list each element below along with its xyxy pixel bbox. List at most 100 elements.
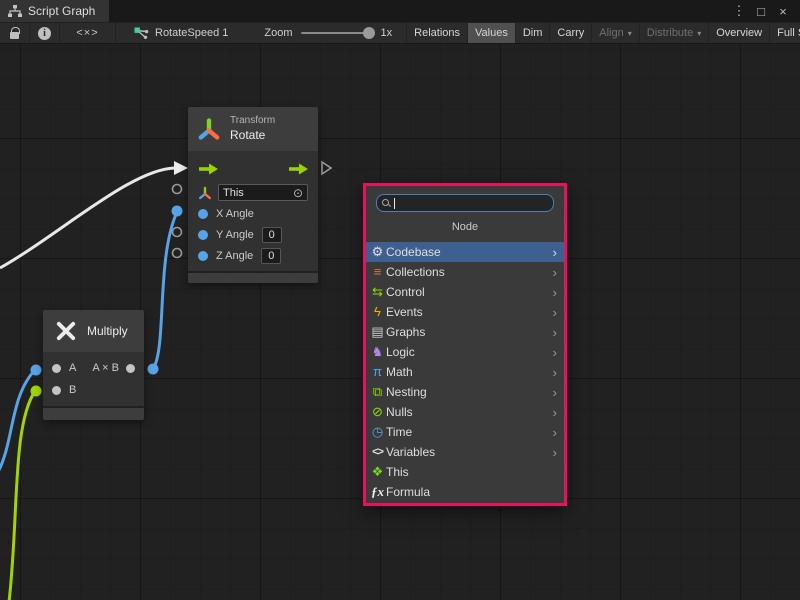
multiply-node-body: A A × B B bbox=[43, 352, 144, 406]
toolbar-left-group: i <×> bbox=[0, 23, 116, 43]
toolbar-button-carry[interactable]: Carry bbox=[549, 23, 591, 43]
xangle-input-wire-dot[interactable] bbox=[172, 206, 183, 217]
search-icon bbox=[382, 199, 390, 207]
x-angle-label: X Angle bbox=[216, 208, 254, 220]
toolbar-button-label: Relations bbox=[414, 27, 460, 39]
finder-item-label: Nesting bbox=[386, 385, 553, 399]
flow-out-port-outer[interactable] bbox=[322, 162, 331, 174]
chevron-right-icon: › bbox=[553, 285, 560, 300]
list-icon: ≡ bbox=[369, 262, 386, 282]
close-icon[interactable]: × bbox=[774, 4, 792, 19]
toolbar-button-label: Values bbox=[475, 27, 508, 39]
flow-port-row bbox=[188, 156, 318, 182]
y-angle-label: Y Angle bbox=[216, 229, 254, 241]
finder-item-this[interactable]: ❖This bbox=[366, 462, 564, 482]
multiply-node-header[interactable]: Multiply bbox=[43, 310, 144, 352]
finder-item-codebase[interactable]: ⚙Codebase› bbox=[366, 242, 564, 262]
dropdown-arrow-icon: ▾ bbox=[697, 29, 701, 38]
finder-header: Node bbox=[366, 212, 564, 240]
finder-item-collections[interactable]: ≡Collections› bbox=[366, 262, 564, 282]
z-angle-port-icon[interactable] bbox=[198, 251, 208, 261]
zangle-port-outer[interactable] bbox=[173, 249, 182, 258]
rotate-node-header[interactable]: Transform Rotate bbox=[188, 107, 318, 151]
zoom-slider-handle[interactable] bbox=[363, 27, 375, 39]
finder-item-nesting[interactable]: ⧉Nesting› bbox=[366, 382, 564, 402]
finder-item-events[interactable]: ϟEvents› bbox=[366, 302, 564, 322]
b-input-port-icon[interactable] bbox=[52, 386, 61, 395]
zoom-label: Zoom bbox=[264, 27, 292, 39]
multiply-output-wire-dot[interactable] bbox=[148, 364, 159, 375]
toolbar-button-fullscreen[interactable]: Full Screen bbox=[769, 23, 800, 43]
flow-in-arrow-icon[interactable] bbox=[198, 163, 218, 175]
clock-icon: ◷ bbox=[369, 422, 386, 442]
graph-reference[interactable]: RotateSpeed 1 bbox=[116, 23, 238, 43]
dropdown-arrow-icon: ▾ bbox=[628, 29, 632, 38]
maximize-icon[interactable]: □ bbox=[752, 4, 770, 19]
toolbar-button-align[interactable]: Align▾ bbox=[591, 23, 638, 43]
zoom-value: 1x bbox=[381, 27, 393, 39]
zoom-slider[interactable] bbox=[301, 32, 373, 34]
toolbar-button-label: Distribute bbox=[647, 27, 693, 39]
pi-icon: π bbox=[369, 362, 386, 382]
finder-item-math[interactable]: πMath› bbox=[366, 362, 564, 382]
hierarchy-icon: ⧉ bbox=[369, 382, 386, 402]
node-category: Transform bbox=[230, 115, 275, 128]
node-title: Rotate bbox=[230, 128, 275, 143]
finder-item-logic[interactable]: ♞Logic› bbox=[366, 342, 564, 362]
b-input-wire-dot[interactable] bbox=[31, 386, 42, 397]
window-menu-icon[interactable]: ⋮ bbox=[730, 3, 748, 19]
finder-item-formula[interactable]: ƒxFormula bbox=[366, 482, 564, 502]
tab-title: Script Graph bbox=[28, 4, 95, 18]
this-port-outer[interactable] bbox=[173, 185, 182, 194]
object-picker-icon[interactable]: ⊙ bbox=[293, 187, 303, 199]
a-input-port-icon[interactable] bbox=[52, 364, 61, 373]
tab-script-graph[interactable]: Script Graph bbox=[0, 0, 109, 22]
finder-item-nulls[interactable]: ⊘Nulls› bbox=[366, 402, 564, 422]
rotate-node-body: This ⊙ X Angle Y Angle 0 Z Angle 0 bbox=[188, 151, 318, 271]
node-transform-rotate[interactable]: Transform Rotate bbox=[188, 107, 318, 283]
graph-canvas[interactable]: Transform Rotate bbox=[0, 44, 800, 600]
lock-icon bbox=[10, 32, 19, 39]
yangle-port-outer[interactable] bbox=[173, 228, 182, 237]
macro-graph-icon bbox=[134, 27, 149, 40]
toolbar-button-dim[interactable]: Dim bbox=[515, 23, 550, 43]
toolbar-button-overview[interactable]: Overview bbox=[708, 23, 769, 43]
lock-button[interactable] bbox=[0, 23, 30, 43]
flow-wire-arrowhead-icon bbox=[174, 161, 188, 175]
node-multiply[interactable]: Multiply A A × B B bbox=[43, 310, 144, 420]
a-input-wire-dot[interactable] bbox=[31, 365, 42, 376]
toolbar-button-distribute[interactable]: Distribute ▾ bbox=[639, 23, 708, 43]
y-angle-port-icon[interactable] bbox=[198, 230, 208, 240]
finder-item-label: Formula bbox=[386, 485, 560, 499]
this-object-field[interactable]: This ⊙ bbox=[218, 184, 308, 201]
finder-item-time[interactable]: ◷Time› bbox=[366, 422, 564, 442]
this-port-row: This ⊙ bbox=[188, 182, 318, 203]
flow-out-arrow-icon[interactable] bbox=[288, 163, 308, 175]
finder-item-variables[interactable]: <>Variables› bbox=[366, 442, 564, 462]
output-port-icon[interactable] bbox=[126, 364, 135, 373]
finder-item-label: This bbox=[386, 465, 560, 479]
z-angle-value-field[interactable]: 0 bbox=[261, 248, 281, 264]
search-input[interactable] bbox=[399, 196, 548, 210]
finder-list: ⚙Codebase›≡Collections›⇆Control›ϟEvents›… bbox=[366, 242, 564, 502]
finder-item-control[interactable]: ⇆Control› bbox=[366, 282, 564, 302]
y-angle-value-field[interactable]: 0 bbox=[262, 227, 282, 243]
toolbar-button-relations[interactable]: Relations bbox=[406, 23, 467, 43]
chevron-right-icon: › bbox=[553, 425, 560, 440]
x-angle-port-row: X Angle bbox=[188, 203, 318, 224]
code-view-button[interactable]: <×> bbox=[60, 23, 116, 43]
chevron-right-icon: › bbox=[553, 405, 560, 420]
finder-item-label: Nulls bbox=[386, 405, 553, 419]
finder-item-graphs[interactable]: ▤Graphs› bbox=[366, 322, 564, 342]
y-angle-port-row: Y Angle 0 bbox=[188, 224, 318, 245]
search-field[interactable] bbox=[376, 194, 554, 212]
multiply-node-footer bbox=[43, 408, 144, 420]
finder-item-label: Time bbox=[386, 425, 553, 439]
angle-brackets-icon: <> bbox=[369, 442, 386, 462]
info-icon: i bbox=[38, 27, 51, 40]
flow-wire-white[interactable] bbox=[0, 168, 174, 268]
x-angle-port-icon[interactable] bbox=[198, 209, 208, 219]
inspect-button[interactable]: i bbox=[30, 23, 60, 43]
toolbar-button-values[interactable]: Values bbox=[467, 23, 515, 43]
rotate-node-footer bbox=[188, 273, 318, 283]
